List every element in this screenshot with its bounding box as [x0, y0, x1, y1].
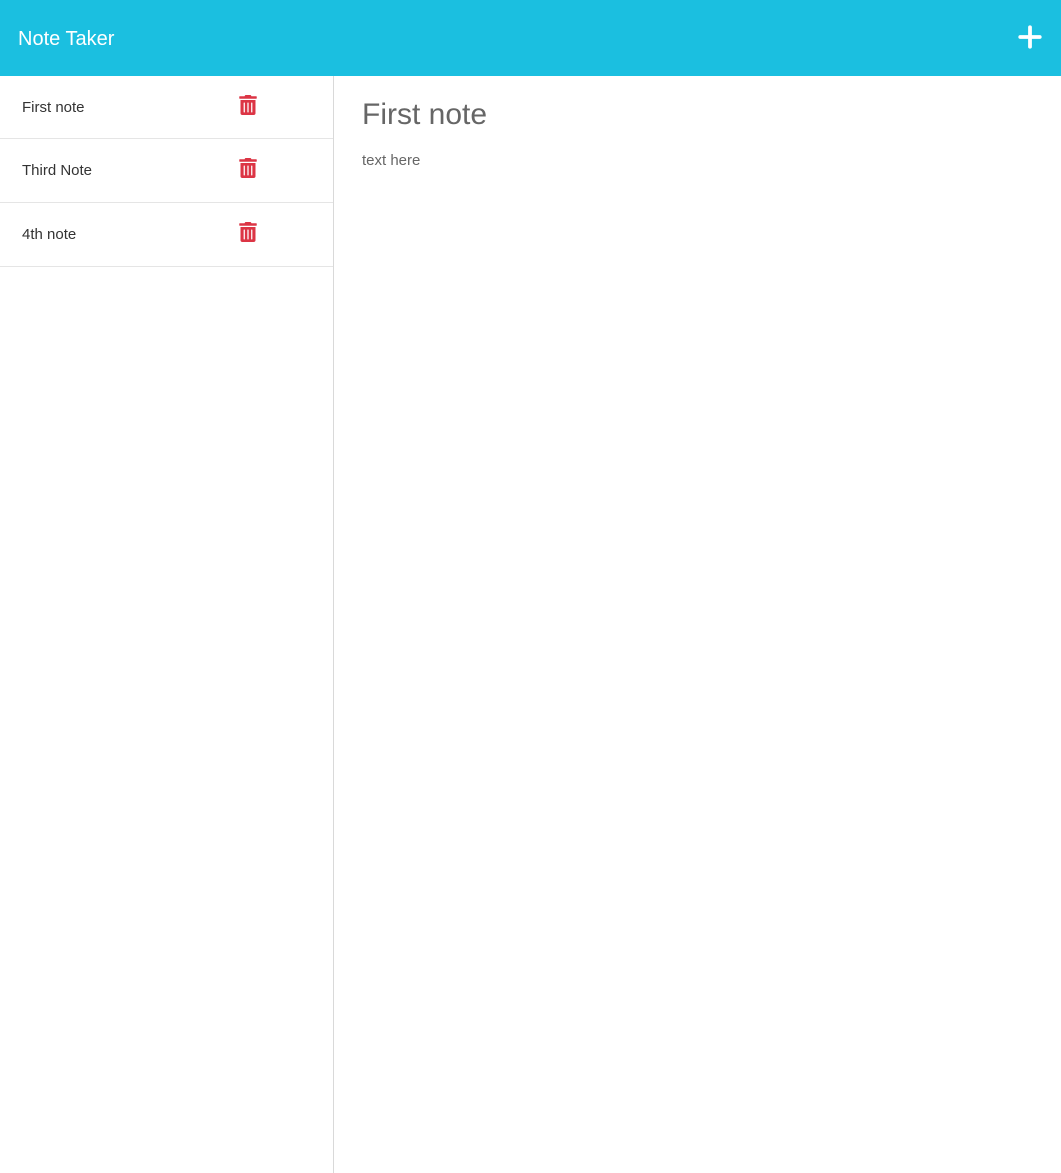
- notes-sidebar: First note Third Note 4th note: [0, 76, 334, 1173]
- note-editor: First note text here: [334, 76, 1061, 1173]
- add-note-button[interactable]: [1017, 24, 1043, 55]
- delete-note-button[interactable]: [239, 222, 257, 247]
- note-list-item[interactable]: First note: [0, 76, 333, 139]
- note-item-title: First note: [22, 99, 85, 116]
- plus-icon: [1017, 24, 1043, 55]
- note-body-display[interactable]: text here: [362, 152, 1033, 169]
- delete-note-button[interactable]: [239, 95, 257, 120]
- delete-note-button[interactable]: [239, 158, 257, 183]
- note-title-display[interactable]: First note: [362, 98, 1033, 132]
- note-item-title: Third Note: [22, 162, 92, 179]
- note-item-title: 4th note: [22, 226, 76, 243]
- app-title: Note Taker: [18, 28, 114, 51]
- content-area: First note Third Note 4th note: [0, 76, 1061, 1173]
- note-list-item[interactable]: 4th note: [0, 203, 333, 267]
- trash-icon: [239, 95, 257, 120]
- app-header: Note Taker: [0, 2, 1061, 76]
- trash-icon: [239, 222, 257, 247]
- trash-icon: [239, 158, 257, 183]
- note-list-item[interactable]: Third Note: [0, 139, 333, 203]
